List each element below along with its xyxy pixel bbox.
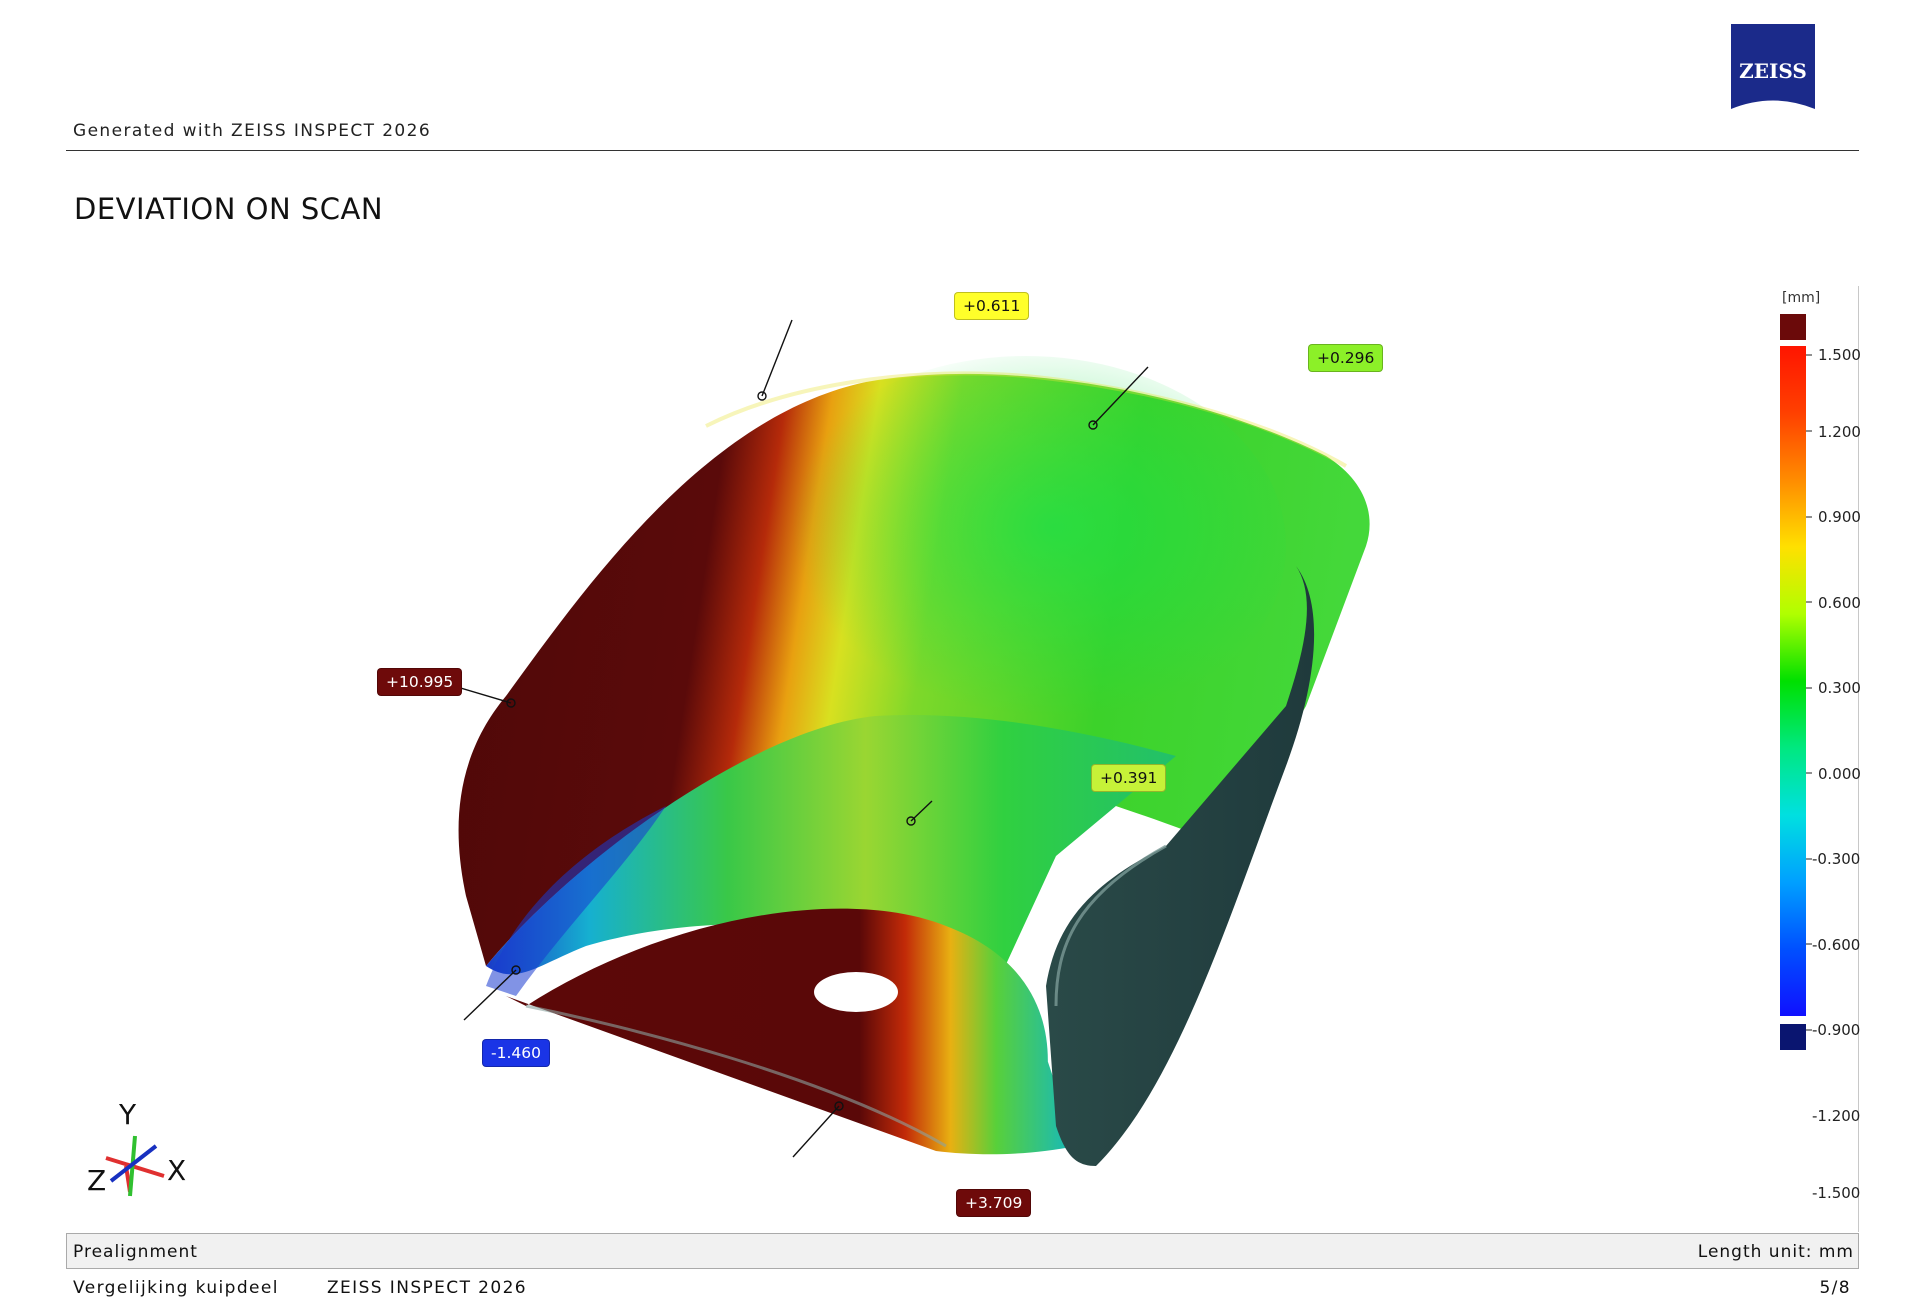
scale-tick: 0.300 [1818,679,1861,697]
page-title: DEVIATION ON SCAN [74,192,384,226]
deviation-label-0611[interactable]: +0.611 [954,292,1030,320]
deviation-3d-view[interactable]: +0.611 +0.296 +10.995 +0.391 -1.460 +3.7… [66,286,1859,1233]
scale-overflow-swatch [1780,314,1806,340]
scale-underflow-swatch [1780,1024,1806,1050]
generated-with-text: Generated with ZEISS INSPECT 2026 [73,121,432,141]
deviation-label-0391[interactable]: +0.391 [1091,764,1167,792]
scale-tick: 0.900 [1818,508,1861,526]
color-scale-bar [1780,346,1806,1016]
footer-project-name: Vergelijking kuipdeel [73,1278,279,1298]
deviation-label-10995[interactable]: +10.995 [377,668,463,696]
scale-tick: 1.200 [1818,423,1861,441]
scale-tick: 0.600 [1818,594,1861,612]
deviation-label-0296[interactable]: +0.296 [1308,344,1384,372]
length-unit-status: Length unit: mm [1697,1242,1854,1262]
scale-tick: 1.500 [1818,346,1861,364]
axis-label-z: Z [87,1164,107,1197]
deviation-label-1460[interactable]: -1.460 [482,1039,550,1067]
scale-tick: -0.600 [1812,936,1861,954]
axis-label-y: Y [119,1098,137,1131]
scale-tick: -0.900 [1812,1021,1861,1039]
axes-widget [105,1135,165,1197]
scale-tick: 0.000 [1818,765,1861,783]
footer-software: ZEISS INSPECT 2026 [327,1278,528,1298]
header-divider [66,150,1859,151]
deviation-label-3709[interactable]: +3.709 [956,1189,1032,1217]
logo-text: ZEISS [1739,59,1807,83]
alignment-status: Prealignment [73,1242,198,1262]
footer-page-number: 5/8 [1819,1278,1851,1298]
seat-hole [814,972,898,1012]
scale-tick: -1.200 [1812,1107,1861,1125]
zeiss-logo: ZEISS [1731,24,1815,109]
scale-tick: -0.300 [1812,850,1861,868]
axis-label-x: X [167,1154,187,1187]
status-bar [66,1233,1859,1269]
deviation-scan-render [105,314,1812,1197]
scale-unit-label: [mm] [1782,290,1821,306]
scale-tick: -1.500 [1812,1184,1861,1202]
